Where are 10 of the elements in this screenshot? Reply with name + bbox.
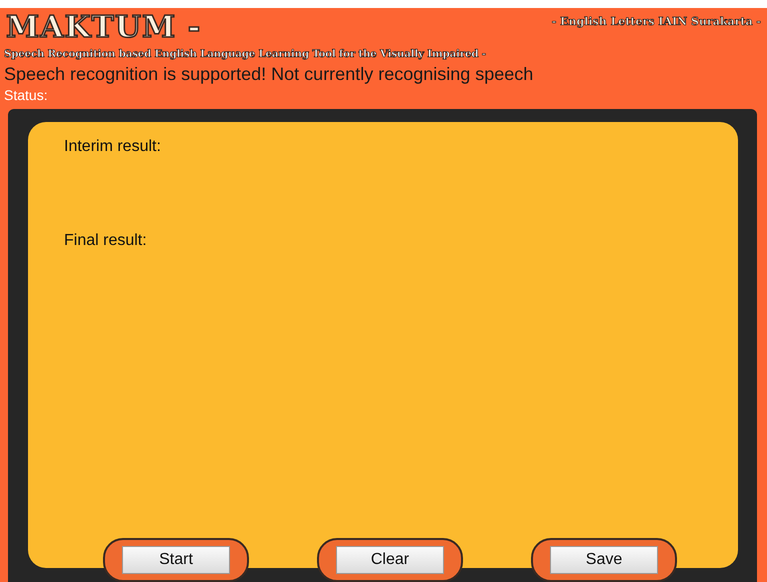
app-title: MAKTUM - <box>6 9 202 47</box>
result-label: Interim result: <box>64 138 162 156</box>
status-label: Status: <box>3 87 49 103</box>
action-button[interactable]: Start <box>122 546 230 574</box>
subtitle: Speech Recognition based English Language Learning Tool for the Visually Impaired - <box>3 48 487 60</box>
result-label: Final result: <box>64 232 148 250</box>
affiliation-text: - English Letters IAIN Surakarta - <box>552 15 761 28</box>
action-button[interactable]: Clear <box>336 546 444 574</box>
support-message: Speech recognition is supported! Not currently recognising speech <box>3 64 534 85</box>
action-button[interactable]: Save <box>550 546 658 574</box>
